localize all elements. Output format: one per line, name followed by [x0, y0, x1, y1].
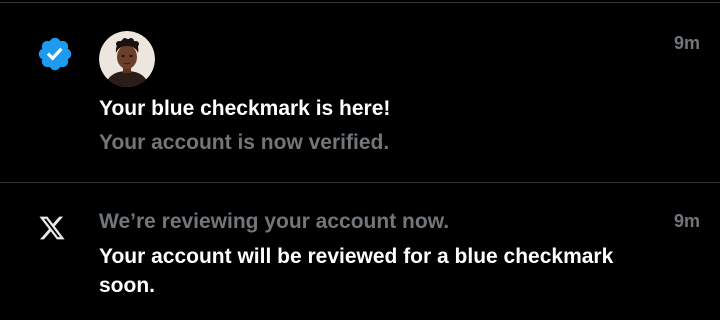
- notification-review[interactable]: 9m We’re reviewing your account now. You…: [0, 183, 720, 320]
- x-logo-icon: [38, 214, 66, 242]
- verified-badge-icon: [36, 35, 74, 73]
- timestamp: 9m: [673, 33, 700, 53]
- notification-verified[interactable]: 9m Your blue checkmark is here! Your acc…: [0, 3, 720, 182]
- timestamp: 9m: [673, 211, 700, 231]
- notification-title: We’re reviewing your account now.: [99, 210, 450, 233]
- notification-title: Your blue checkmark is here!: [99, 97, 391, 120]
- avatar[interactable]: [99, 31, 155, 87]
- notification-subtitle: Your account is now verified.: [99, 131, 390, 154]
- notification-body: Your account will be reviewed for a blue…: [99, 245, 614, 297]
